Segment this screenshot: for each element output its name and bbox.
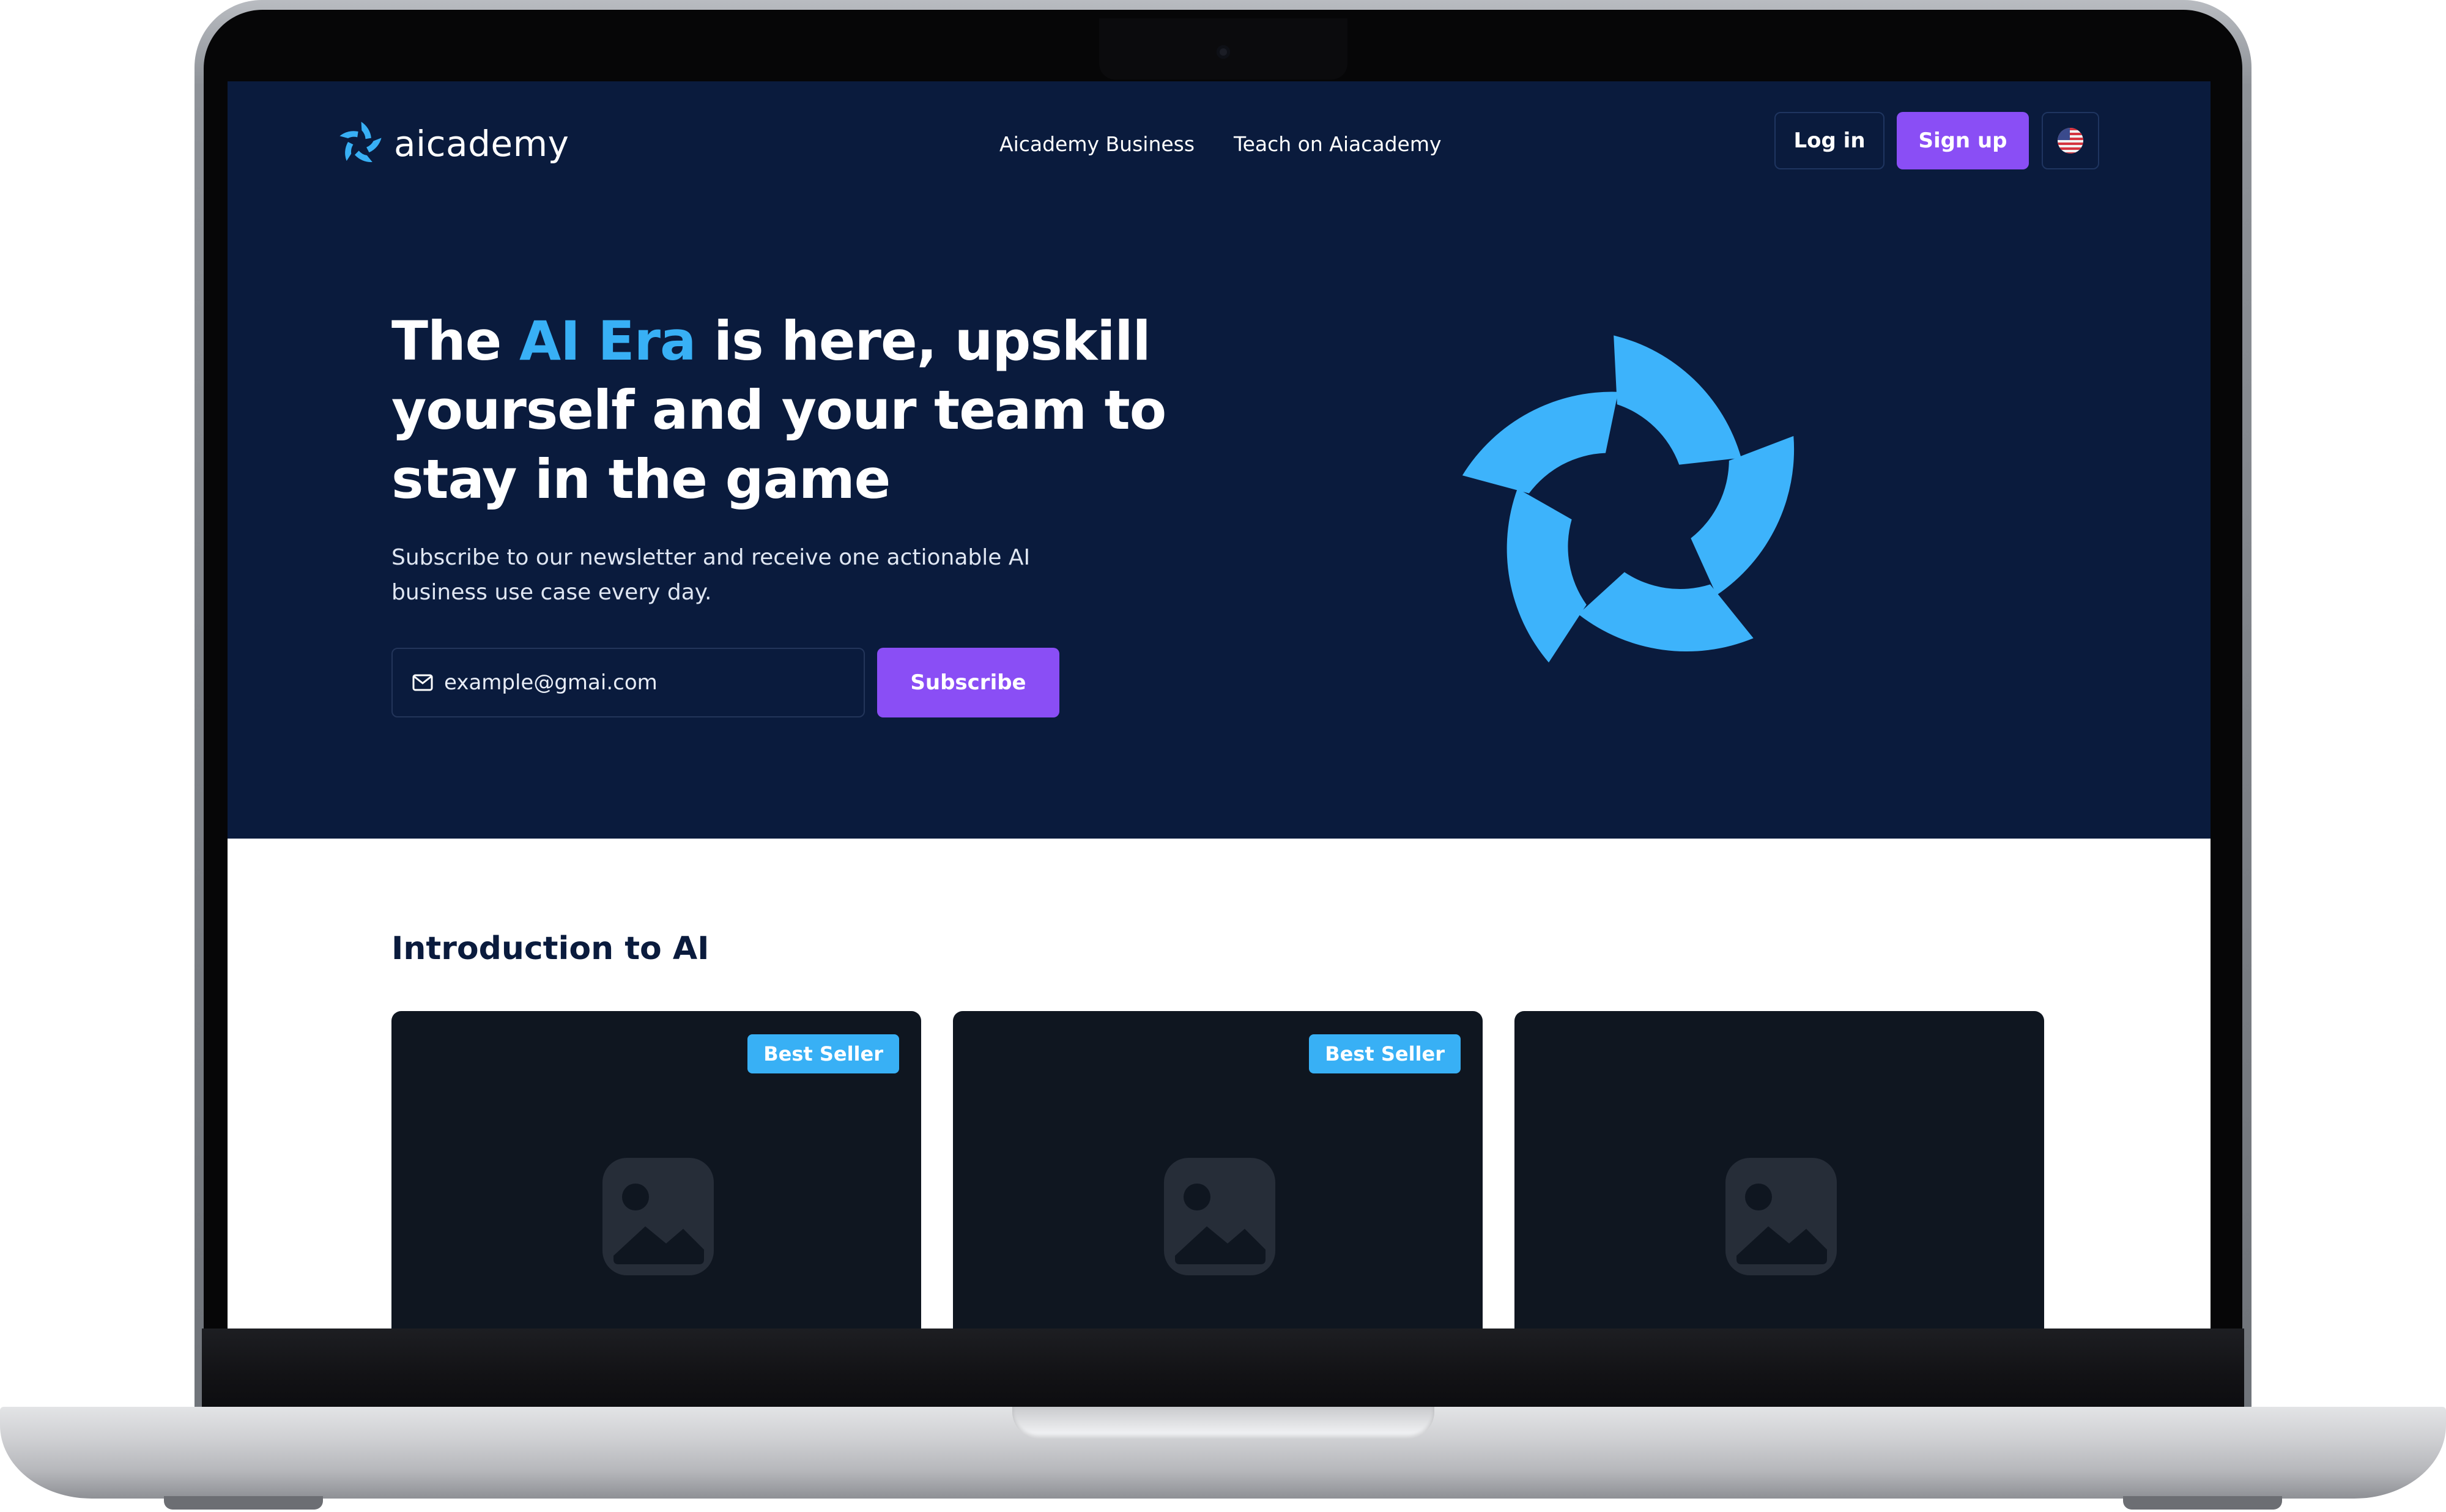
image-placeholder-icon bbox=[1164, 1158, 1275, 1275]
signup-button[interactable]: Sign up bbox=[1897, 112, 2029, 169]
section-title-introduction-to-ai: Introduction to AI bbox=[391, 930, 710, 967]
laptop-mockup: aicademy Aicademy Business Teach on Aiac… bbox=[0, 0, 2446, 1512]
lid-opening-notch bbox=[1012, 1407, 1434, 1439]
camera-icon bbox=[1217, 45, 1230, 59]
nav-link-teach-on-aiacademy[interactable]: Teach on Aiacademy bbox=[1234, 132, 1441, 156]
course-card[interactable]: Best Seller bbox=[391, 1011, 921, 1329]
laptop-foot-right bbox=[2123, 1496, 2282, 1510]
login-button[interactable]: Log in bbox=[1774, 112, 1885, 169]
us-flag-icon bbox=[2058, 128, 2083, 154]
brand-logo[interactable]: aicademy bbox=[336, 113, 569, 174]
top-nav: Aicademy Business Teach on Aiacademy bbox=[999, 125, 1442, 162]
hero-pinwheel-logo-icon bbox=[1445, 335, 1824, 699]
hero-headline: The AI Era is here, upskill yourself and… bbox=[391, 306, 1187, 514]
subscribe-button[interactable]: Subscribe bbox=[877, 648, 1059, 717]
email-input[interactable] bbox=[443, 670, 837, 695]
mail-icon bbox=[412, 674, 433, 691]
best-seller-badge: Best Seller bbox=[1309, 1034, 1461, 1073]
laptop-foot-left bbox=[164, 1496, 323, 1510]
hero-section: aicademy Aicademy Business Teach on Aiac… bbox=[228, 81, 2211, 839]
language-selector[interactable] bbox=[2042, 112, 2099, 169]
aicademy-logo-icon bbox=[338, 122, 384, 168]
browser-viewport: aicademy Aicademy Business Teach on Aiac… bbox=[228, 81, 2211, 1329]
best-seller-badge: Best Seller bbox=[747, 1034, 899, 1073]
newsletter-email-field[interactable] bbox=[391, 648, 865, 717]
course-card[interactable]: Best Seller bbox=[953, 1011, 1483, 1329]
nav-link-aicademy-business[interactable]: Aicademy Business bbox=[999, 132, 1195, 156]
image-placeholder-icon bbox=[602, 1158, 714, 1275]
headline-text-start: The bbox=[391, 309, 519, 372]
headline-accent: AI Era bbox=[519, 309, 696, 372]
hero-subtext: Subscribe to our newsletter and receive … bbox=[391, 545, 1031, 605]
image-placeholder-icon bbox=[1725, 1158, 1837, 1275]
course-card[interactable] bbox=[1514, 1011, 2044, 1329]
laptop-hinge bbox=[202, 1329, 2244, 1408]
brand-name: aicademy bbox=[394, 123, 569, 165]
